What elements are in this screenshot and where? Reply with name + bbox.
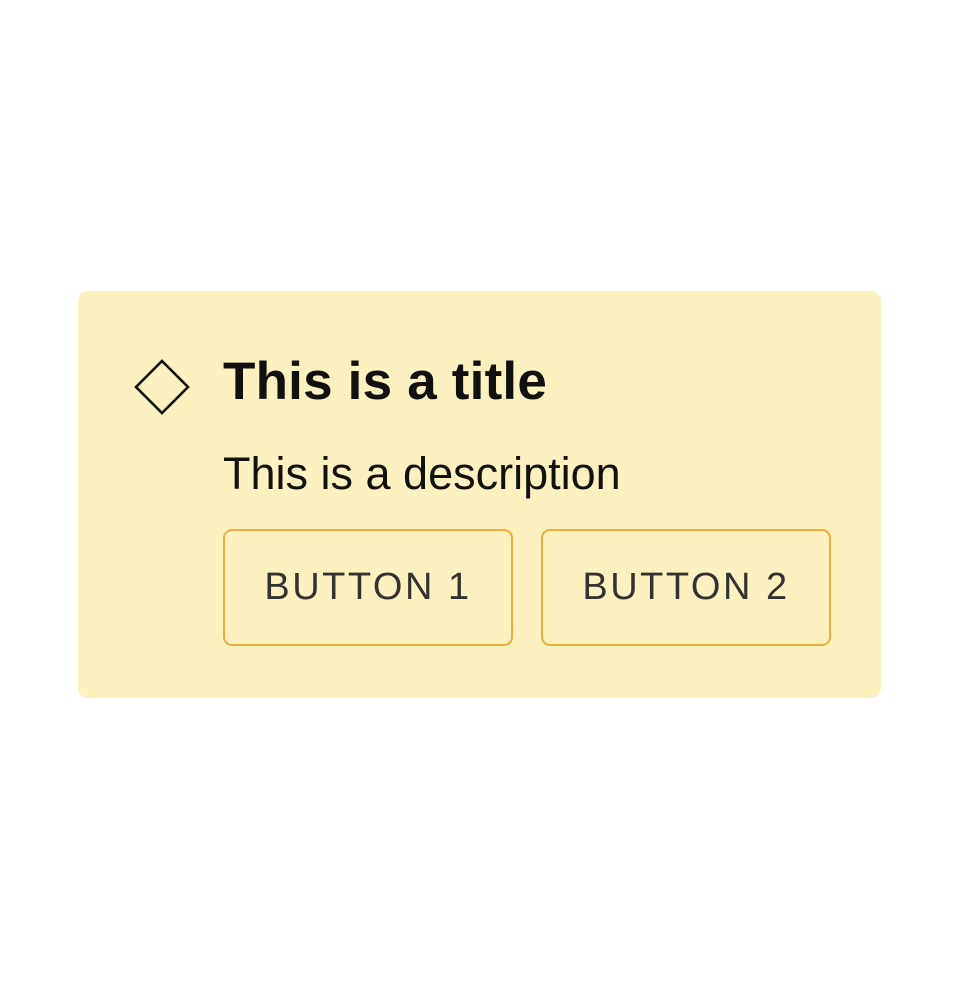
banner-title: This is a title: [223, 352, 548, 411]
button-2[interactable]: BUTTON 2: [541, 529, 831, 646]
diamond-outline-icon: [134, 359, 190, 415]
page: This is a title This is a description BU…: [0, 0, 960, 990]
notification-banner: This is a title This is a description BU…: [78, 291, 881, 698]
button-1[interactable]: BUTTON 1: [223, 529, 513, 646]
banner-description: This is a description: [223, 448, 621, 499]
